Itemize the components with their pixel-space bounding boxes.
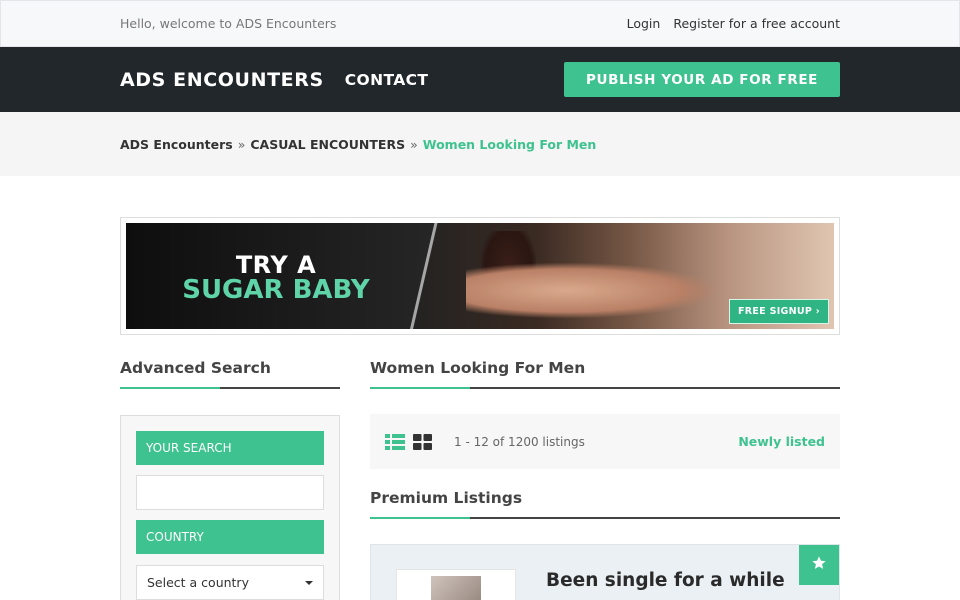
login-link[interactable]: Login: [627, 16, 661, 31]
listing-photo: [431, 576, 481, 600]
page-title: Women Looking For Men: [370, 359, 840, 389]
breadcrumb-current: Women Looking For Men: [422, 136, 597, 152]
main-header: ADS ENCOUNTERS CONTACT PUBLISH YOUR AD F…: [0, 47, 960, 112]
listing-count: 1 - 12 of 1200 listings: [454, 434, 585, 449]
main-content: Women Looking For Men 1 - 12 of 1200 lis…: [370, 359, 840, 600]
free-signup-button[interactable]: FREE SIGNUP ›: [729, 299, 829, 324]
listing-title[interactable]: Been single for a while: [546, 569, 785, 593]
listing-card[interactable]: Been single for a while: [370, 544, 840, 600]
ad-banner[interactable]: TRY A SUGAR BABY FREE SIGNUP ›: [120, 217, 840, 335]
publish-ad-button[interactable]: PUBLISH YOUR AD FOR FREE: [564, 62, 840, 97]
sort-dropdown[interactable]: Newly listed: [738, 434, 825, 449]
nav-contact-link[interactable]: CONTACT: [345, 71, 429, 89]
country-label: COUNTRY: [136, 520, 324, 554]
advanced-search-title: Advanced Search: [120, 359, 340, 389]
breadcrumb-home[interactable]: ADS Encounters: [120, 137, 233, 152]
banner-model-figure: [466, 263, 716, 318]
breadcrumb-separator: »: [410, 136, 418, 152]
breadcrumb-bar: ADS Encounters » CASUAL ENCOUNTERS » Wom…: [0, 112, 960, 176]
site-logo[interactable]: ADS ENCOUNTERS: [120, 69, 324, 91]
advanced-search-form: YOUR SEARCH COUNTRY Select a country: [120, 415, 340, 600]
account-links: Login Register for a free account: [627, 16, 840, 31]
listing-thumbnail[interactable]: [396, 569, 516, 600]
premium-listings-title: Premium Listings: [370, 489, 840, 519]
search-label: YOUR SEARCH: [136, 431, 324, 465]
ad-banner-image[interactable]: TRY A SUGAR BABY FREE SIGNUP ›: [126, 223, 834, 329]
register-link[interactable]: Register for a free account: [673, 16, 840, 31]
sidebar: Advanced Search YOUR SEARCH COUNTRY Sele…: [120, 359, 340, 600]
breadcrumb: ADS Encounters » CASUAL ENCOUNTERS » Wom…: [120, 112, 840, 176]
grid-view-icon[interactable]: [413, 433, 432, 450]
premium-badge: [799, 545, 839, 585]
country-select[interactable]: Select a country: [136, 565, 324, 600]
welcome-text: Hello, welcome to ADS Encounters: [120, 16, 337, 31]
country-select-value: Select a country: [147, 575, 249, 590]
breadcrumb-separator: »: [237, 136, 246, 152]
chevron-down-icon: [305, 580, 313, 585]
banner-headline-line2: SUGAR BABY: [182, 275, 370, 305]
search-input[interactable]: [136, 475, 324, 510]
list-view-icon[interactable]: [385, 433, 405, 450]
star-icon: [811, 555, 827, 575]
listing-toolbar: 1 - 12 of 1200 listings Newly listed: [370, 414, 840, 469]
breadcrumb-category[interactable]: CASUAL ENCOUNTERS: [250, 137, 405, 152]
top-bar: Hello, welcome to ADS Encounters Login R…: [0, 0, 960, 47]
